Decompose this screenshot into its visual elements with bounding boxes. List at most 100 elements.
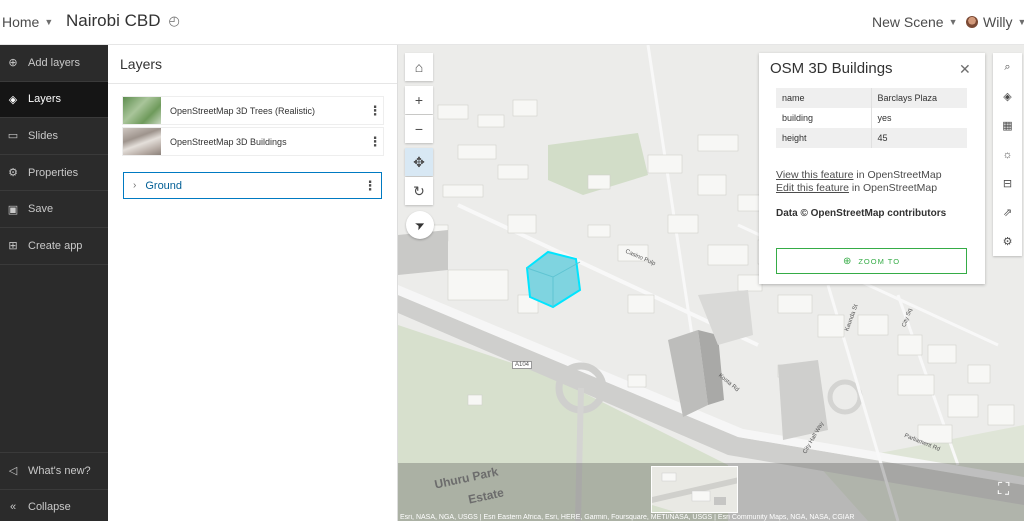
attribute-value: Barclays Plaza <box>871 88 967 108</box>
rotate-button[interactable]: ↻ <box>405 177 433 205</box>
nav-bottom: ◁ What's new? « Collapse <box>0 452 108 525</box>
gears-icon: ⚙ <box>1002 236 1013 248</box>
edit-feature-link[interactable]: Edit this feature <box>776 182 849 194</box>
share-globe-icon[interactable]: ◴ <box>168 13 179 29</box>
slides-icon: ▭ <box>7 130 19 143</box>
layer-item-ground[interactable]: › Ground ⋮ <box>123 172 382 199</box>
nav-label: Add layers <box>28 56 80 69</box>
minus-icon: − <box>414 121 424 137</box>
chevron-down-icon: ▼ <box>948 17 958 27</box>
layer-item-trees[interactable]: OpenStreetMap 3D Trees (Realistic) ⋮ <box>123 97 383 124</box>
ruler-icon: ⊟ <box>1002 178 1013 190</box>
scene-title: Nairobi CBD ◴ <box>66 11 180 31</box>
zoom-in-icon: ⊕ <box>842 255 853 267</box>
nav-label: Slides <box>28 129 58 142</box>
user-menu[interactable]: Willy ▼ <box>966 14 1024 30</box>
double-chevron-left-icon: « <box>9 501 17 514</box>
attribute-key: name <box>776 88 872 108</box>
home-label: Home <box>2 14 40 30</box>
view-feature-link[interactable]: View this feature <box>776 169 853 181</box>
layer-item-buildings[interactable]: OpenStreetMap 3D Buildings ⋮ <box>123 128 383 155</box>
nav-create-app[interactable]: ⊞ Create app <box>0 228 108 265</box>
right-toolbar: ⌕ ◈ ▦ ☼ ⊟ ⇗ ⚙ <box>993 53 1022 256</box>
gear-icon: ⚙ <box>8 167 18 180</box>
nav-label: Properties <box>28 166 79 179</box>
nav-layers[interactable]: ◈ Layers <box>0 81 108 119</box>
link-suffix: in OpenStreetMap <box>853 169 942 181</box>
megaphone-icon: ◁ <box>8 465 18 478</box>
nav-whats-new[interactable]: ◁ What's new? <box>0 452 108 489</box>
settings-tool[interactable]: ⚙ <box>993 227 1022 256</box>
map-label-a104: A104 <box>512 361 533 369</box>
share-icon: ⇗ <box>1002 207 1013 219</box>
layer-thumbnail <box>123 97 161 124</box>
nav-label: What's new? <box>28 464 91 477</box>
basemap-thumbnail[interactable] <box>651 466 738 513</box>
home-menu[interactable]: Home ▼ <box>2 14 53 30</box>
zoom-to-label: ZOOM TO <box>858 256 901 266</box>
more-options-icon[interactable]: ⋮ <box>367 103 383 119</box>
plus-icon: + <box>414 92 424 108</box>
new-scene-menu[interactable]: New Scene ▼ <box>872 14 958 30</box>
nav-add-layers[interactable]: ⊕ Add layers <box>0 45 108 82</box>
search-icon: ⌕ <box>1004 61 1011 73</box>
nav-properties[interactable]: ⚙ Properties <box>0 155 108 192</box>
pan-icon: ✥ <box>413 153 425 170</box>
avatar <box>966 16 978 28</box>
chevron-down-icon: ▼ <box>1017 17 1024 27</box>
attribute-table: name Barclays Plaza building yes height … <box>776 88 967 148</box>
user-name: Willy <box>983 14 1013 30</box>
close-icon[interactable]: ✕ <box>959 61 971 78</box>
more-options-icon[interactable]: ⋮ <box>362 178 378 194</box>
save-icon: ▣ <box>7 203 19 216</box>
new-scene-label: New Scene <box>872 14 944 30</box>
pan-button[interactable]: ✥ <box>405 148 433 176</box>
left-navigation: ⊕ Add layers ◈ Layers ▭ Slides ⚙ Propert… <box>0 45 108 521</box>
layers-tool[interactable]: ◈ <box>993 82 1022 111</box>
grid-icon: ⊞ <box>8 240 18 253</box>
fullscreen-icon[interactable]: ⛶ <box>998 481 1009 499</box>
zoom-out-button[interactable]: − <box>405 115 433 143</box>
measure-tool[interactable]: ⊟ <box>993 169 1022 198</box>
zoom-in-button[interactable]: + <box>405 86 433 114</box>
table-row: name Barclays Plaza <box>776 88 967 108</box>
popup-links: View this feature in OpenStreetMap Edit … <box>776 169 942 195</box>
compass-button[interactable]: ➤ <box>406 211 434 239</box>
rotate-icon: ↻ <box>413 182 425 199</box>
nav-label: Save <box>28 203 54 216</box>
chevron-right-icon: › <box>133 180 137 191</box>
panel-title: Layers <box>108 45 397 84</box>
basemap-tool[interactable]: ▦ <box>993 111 1022 140</box>
sun-icon: ☼ <box>1002 148 1013 161</box>
data-credit: Data © OpenStreetMap contributors <box>776 208 947 219</box>
nav-slides[interactable]: ▭ Slides <box>0 118 108 155</box>
scene-title-text: Nairobi CBD <box>66 11 161 30</box>
link-suffix: in OpenStreetMap <box>848 182 938 194</box>
layer-label: OpenStreetMap 3D Buildings <box>170 136 287 147</box>
share-tool[interactable]: ⇗ <box>993 198 1022 227</box>
chevron-down-icon: ▼ <box>44 17 54 27</box>
nav-save[interactable]: ▣ Save <box>0 191 108 228</box>
table-row: building yes <box>776 108 967 128</box>
ground-label: Ground <box>145 179 183 192</box>
app-header: Home ▼ Nairobi CBD ◴ New Scene ▼ Willy ▼ <box>0 0 1024 45</box>
nav-collapse[interactable]: « Collapse <box>0 488 108 525</box>
map-attribution: Esri, NASA, NGA, USGS | Esri Eastern Afr… <box>400 514 855 521</box>
more-options-icon[interactable]: ⋮ <box>367 134 383 150</box>
attribute-key: height <box>776 128 872 148</box>
zoom-to-button[interactable]: ⊕ ZOOM TO <box>776 248 967 274</box>
popup-title: OSM 3D Buildings <box>770 60 893 77</box>
layers-icon: ◈ <box>8 93 18 106</box>
home-view-button[interactable]: ⌂ <box>405 53 433 81</box>
attribute-key: building <box>776 108 872 128</box>
feature-popup: OSM 3D Buildings ✕ name Barclays Plaza b… <box>759 53 985 284</box>
basemap-preview <box>652 467 737 512</box>
attribute-value: yes <box>877 113 892 123</box>
daylight-tool[interactable]: ☼ <box>993 140 1022 169</box>
nav-label: Collapse <box>28 501 71 514</box>
table-row: height 45 <box>776 128 967 148</box>
search-tool[interactable]: ⌕ <box>993 53 1022 82</box>
plus-circle-icon: ⊕ <box>8 57 18 70</box>
nav-label: Layers <box>28 93 62 106</box>
home-icon: ⌂ <box>414 59 424 75</box>
